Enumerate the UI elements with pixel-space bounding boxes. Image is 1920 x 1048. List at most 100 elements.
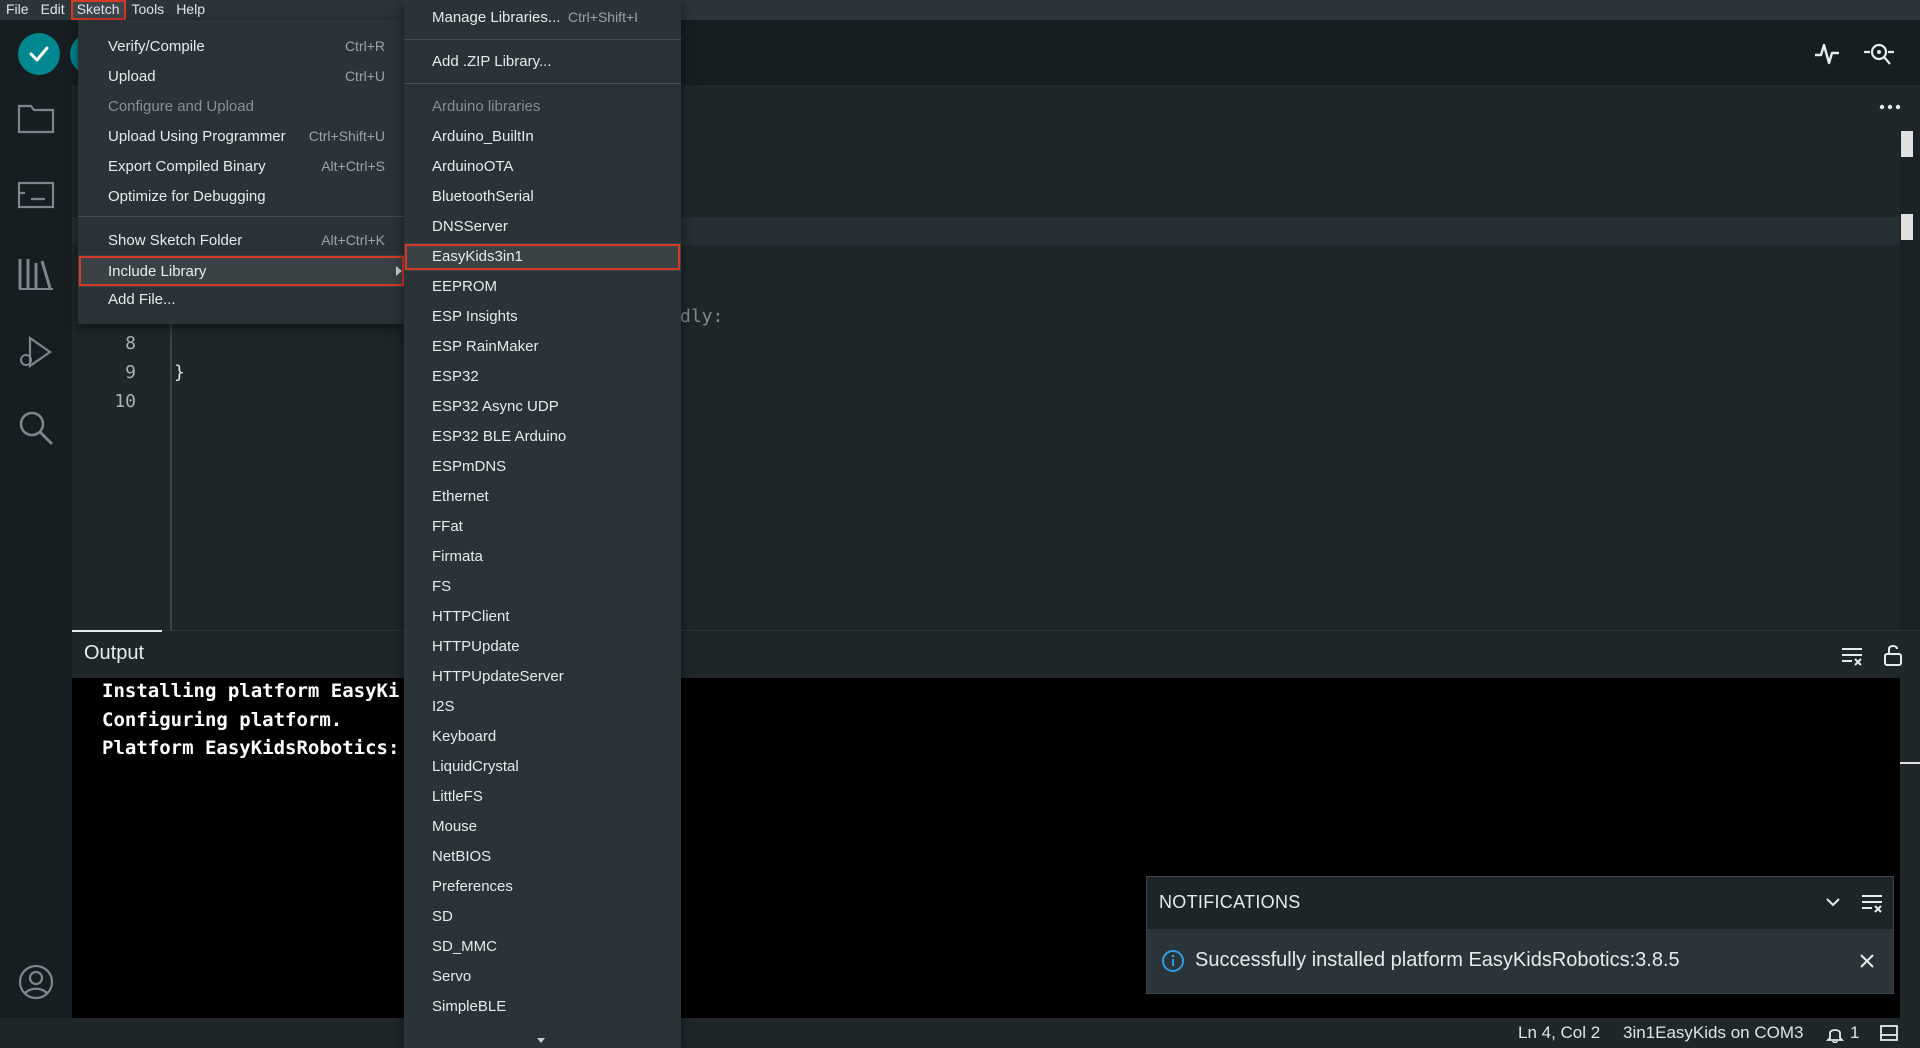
library-section-header: Arduino libraries <box>432 98 541 115</box>
clear-output-icon[interactable] <box>1840 645 1864 667</box>
library-item-label: LittleFS <box>432 788 483 805</box>
library-item-label: ESPmDNS <box>432 458 507 475</box>
menu-sketch[interactable]: Sketch <box>70 0 126 20</box>
toggle-panel-icon[interactable] <box>1880 1025 1898 1041</box>
library-item[interactable]: Arduino_BuiltIn <box>404 123 681 151</box>
menu-item-add-zip-library[interactable]: Add .ZIP Library... <box>404 48 681 76</box>
output-scroll-marker <box>1900 762 1920 764</box>
menu-file[interactable]: File <box>0 0 35 20</box>
sketchbook-folder-icon[interactable] <box>14 96 58 140</box>
library-item[interactable]: Servo <box>404 963 681 991</box>
library-item-label: ESP RainMaker <box>432 338 539 355</box>
menu-item-upload[interactable]: Upload Ctrl+U <box>78 62 405 90</box>
library-item-label: NetBIOS <box>432 848 492 865</box>
bell-icon[interactable] <box>1826 1025 1844 1043</box>
menu-edit[interactable]: Edit <box>35 0 71 20</box>
menubar: File Edit Sketch Tools Help <box>0 0 1920 20</box>
menu-item-export-compiled-binary[interactable]: Export Compiled Binary Alt+Ctrl+S <box>78 152 405 180</box>
line-number: 9 <box>125 362 136 383</box>
library-item[interactable]: SD <box>404 903 681 931</box>
library-item[interactable]: ESPmDNS <box>404 453 681 481</box>
more-actions-icon[interactable] <box>1878 103 1902 111</box>
account-icon[interactable] <box>14 960 58 1004</box>
output-title[interactable]: Output <box>84 642 144 665</box>
scroll-down-arrow-icon[interactable] <box>537 1038 545 1043</box>
menu-item-upload-using-programmer[interactable]: Upload Using Programmer Ctrl+Shift+U <box>78 122 405 150</box>
serial-plotter-icon[interactable] <box>1810 36 1844 70</box>
editor-scrollbar[interactable] <box>1900 130 1920 630</box>
library-manager-icon[interactable] <box>14 252 58 296</box>
library-item[interactable]: HTTPUpdateServer <box>404 663 681 691</box>
submenu-arrow-icon <box>396 266 402 276</box>
menu-tools[interactable]: Tools <box>126 0 171 20</box>
library-item[interactable]: ESP Insights <box>404 303 681 331</box>
library-item[interactable]: LittleFS <box>404 783 681 811</box>
output-line: Platform EasyKidsRobotics: <box>102 737 400 759</box>
menu-item-verify-compile[interactable]: Verify/Compile Ctrl+R <box>78 32 405 60</box>
cursor-position[interactable]: Ln 4, Col 2 <box>1518 1023 1600 1043</box>
editor-scroll-marker <box>1901 214 1913 240</box>
notification-count[interactable]: 1 <box>1850 1023 1859 1043</box>
menu-separator <box>404 39 681 40</box>
library-item[interactable]: I2S <box>404 693 681 721</box>
library-item[interactable]: EEPROM <box>404 273 681 301</box>
library-item[interactable]: EasyKids3in1 <box>404 243 681 271</box>
library-item[interactable]: Preferences <box>404 873 681 901</box>
line-number: 10 <box>114 391 136 412</box>
library-item[interactable]: Firmata <box>404 543 681 571</box>
library-item[interactable]: Ethernet <box>404 483 681 511</box>
menu-item-optimize-for-debugging[interactable]: Optimize for Debugging <box>78 182 405 210</box>
library-item-label: ESP32 <box>432 368 479 385</box>
menu-item-manage-libraries[interactable]: Manage Libraries... Ctrl+Shift+I <box>404 4 681 32</box>
library-item-label: FFat <box>432 518 463 535</box>
library-item[interactable]: Mouse <box>404 813 681 841</box>
unlock-scroll-icon[interactable] <box>1882 643 1904 667</box>
serial-monitor-icon[interactable] <box>1862 36 1896 70</box>
output-panel-header <box>72 630 1920 678</box>
clear-all-notifications-icon[interactable] <box>1861 893 1883 913</box>
sketch-menu: Verify/Compile Ctrl+R Upload Ctrl+U Config… <box>78 20 405 324</box>
chevron-down-icon[interactable] <box>1825 897 1841 907</box>
boards-manager-icon[interactable] <box>14 172 58 216</box>
notification-title: NOTIFICATIONS <box>1159 892 1301 912</box>
debug-icon[interactable] <box>14 330 58 374</box>
menu-item-show-sketch-folder[interactable]: Show Sketch Folder Alt+Ctrl+K <box>78 226 405 254</box>
library-item[interactable]: FS <box>404 573 681 601</box>
library-item-label: SD <box>432 908 453 925</box>
menu-item-add-file[interactable]: Add File... <box>78 285 405 313</box>
library-item[interactable]: HTTPUpdate <box>404 633 681 661</box>
editor-scroll-thumb[interactable] <box>1901 131 1913 157</box>
library-item[interactable]: FFat <box>404 513 681 541</box>
menu-help[interactable]: Help <box>170 0 211 20</box>
notification-toast: NOTIFICATIONS Successfully installed pla… <box>1146 876 1894 994</box>
library-item-label: SimpleBLE <box>432 998 507 1015</box>
library-item[interactable]: SimpleBLE <box>404 993 681 1021</box>
statusbar: Ln 4, Col 2 3in1EasyKids on COM3 1 <box>0 1018 1920 1048</box>
library-item[interactable]: HTTPClient <box>404 603 681 631</box>
library-item[interactable]: DNSServer <box>404 213 681 241</box>
menu-separator <box>78 216 405 217</box>
verify-button[interactable] <box>18 33 60 75</box>
library-item-label: ESP Insights <box>432 308 518 325</box>
library-item[interactable]: BluetoothSerial <box>404 183 681 211</box>
menu-item-include-library[interactable]: Include Library <box>78 255 405 287</box>
library-item-label: Ethernet <box>432 488 489 505</box>
search-icon[interactable] <box>14 406 58 450</box>
library-item[interactable]: ESP32 <box>404 363 681 391</box>
close-icon[interactable] <box>1859 953 1875 969</box>
board-port-status[interactable]: 3in1EasyKids on COM3 <box>1623 1023 1803 1043</box>
library-item[interactable]: NetBIOS <box>404 843 681 871</box>
notification-header: NOTIFICATIONS <box>1147 877 1893 929</box>
library-item[interactable]: SD_MMC <box>404 933 681 961</box>
library-item[interactable]: Keyboard <box>404 723 681 751</box>
library-item-label: Preferences <box>432 878 513 895</box>
library-item-label: Keyboard <box>432 728 497 745</box>
library-item-label: Servo <box>432 968 472 985</box>
library-item[interactable]: ESP32 BLE Arduino <box>404 423 681 451</box>
library-item-label: LiquidCrystal <box>432 758 519 775</box>
library-item[interactable]: ESP RainMaker <box>404 333 681 361</box>
library-item[interactable]: ESP32 Async UDP <box>404 393 681 421</box>
library-item[interactable]: ArduinoOTA <box>404 153 681 181</box>
library-item[interactable]: LiquidCrystal <box>404 753 681 781</box>
library-item-label: ESP32 BLE Arduino <box>432 428 567 445</box>
